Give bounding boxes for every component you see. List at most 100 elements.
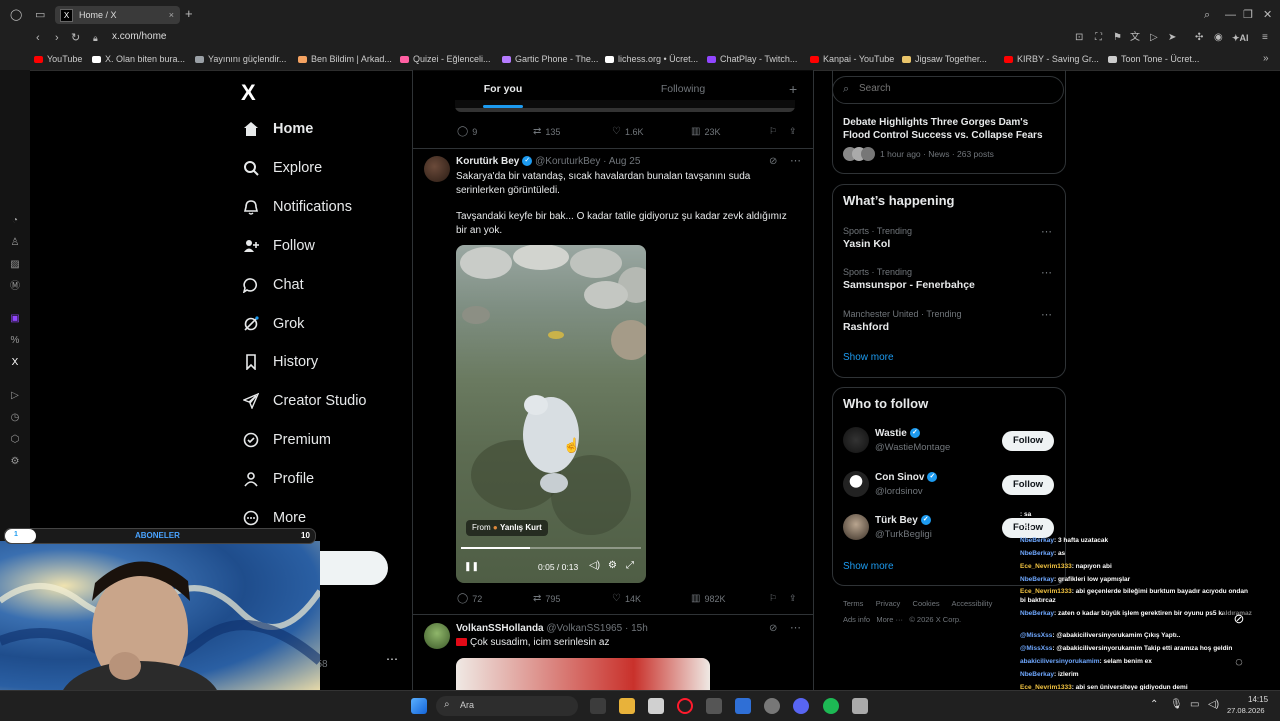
nav-item-creator-studio[interactable]: Creator Studio (242, 386, 367, 416)
reply-button[interactable]: ◯ 72 (457, 593, 482, 604)
bookmark-item[interactable]: Kanpai - YouTube (810, 52, 894, 66)
menu-icon[interactable]: ≡ (1262, 31, 1268, 45)
tab-manager-icon[interactable]: ▭ (35, 8, 45, 22)
trend-more-icon[interactable]: ⋯ (1041, 225, 1052, 238)
display-icon[interactable]: ▭ (1190, 699, 1199, 710)
account-handle[interactable]: @TurkBegligi (875, 529, 932, 540)
video-source-badge[interactable]: From ● Yanlış Kurt (466, 520, 548, 536)
author-handle[interactable]: @KoruturkBey (535, 156, 600, 167)
twitch-icon[interactable]: ▣ (9, 313, 21, 325)
prev-bookmark-icon[interactable]: ⚐ (769, 126, 777, 137)
author-name[interactable]: VolkanSSHollanda (456, 623, 544, 634)
account-name[interactable]: Türk Bey ✓ (875, 515, 931, 526)
bookmark-item[interactable]: Toon Tone - Ücret... (1108, 52, 1199, 66)
follow-button[interactable]: Follow (1002, 431, 1054, 451)
clock-date[interactable]: 27.08.2026 (1227, 706, 1265, 715)
spotify-icon[interactable] (823, 698, 839, 714)
vscode-icon[interactable] (735, 698, 751, 714)
close-window-icon[interactable]: ✕ (1263, 8, 1272, 22)
app-icon[interactable] (706, 698, 722, 714)
footer-ads-info[interactable]: Ads info (843, 615, 870, 624)
profile-icon[interactable]: ◉ (1214, 31, 1223, 45)
player-icon[interactable]: ▷ (9, 390, 21, 402)
footer-accessibility[interactable]: Accessibility (952, 599, 993, 608)
views-button[interactable]: ▥ 982K (691, 593, 725, 604)
bookmarks-overflow-icon[interactable]: » (1263, 52, 1269, 66)
messages-icon[interactable]: ◌ (1223, 650, 1255, 674)
author-avatar[interactable] (424, 623, 450, 649)
repost-button[interactable]: ⇄ 795 (533, 593, 560, 604)
bookmark-item[interactable]: lichess.org • Ücret... (605, 52, 698, 66)
bookmark-icon[interactable]: ⚑ (1113, 31, 1122, 45)
trend-name[interactable]: Samsunspor - Fenerbahçe (843, 279, 975, 291)
x-logo[interactable]: X (241, 80, 256, 106)
tray-chevron-icon[interactable]: ⌃ (1150, 699, 1158, 710)
messenger-icon[interactable]: Ⓜ (9, 281, 21, 293)
volume-tray-icon[interactable]: ◁) (1208, 699, 1219, 710)
grok-post-icon[interactable]: ⊘ (769, 623, 777, 634)
percent-icon[interactable]: % (9, 335, 21, 347)
extensions-icon[interactable]: ✣ (1195, 31, 1203, 45)
settings-icon[interactable]: ⚙ (9, 456, 21, 468)
send-icon[interactable]: ➤ (1168, 31, 1176, 45)
translate-icon[interactable]: 文 (1130, 31, 1140, 45)
mic-icon[interactable]: 🎙︎ (1170, 699, 1183, 710)
nav-item-history[interactable]: History (242, 347, 318, 377)
bookmark-item[interactable]: X. Olan biten bura... (92, 52, 185, 66)
video-progress-track[interactable] (461, 547, 641, 549)
nav-item-profile[interactable]: Profile (242, 464, 314, 494)
account-more-icon[interactable]: ⋯ (386, 652, 398, 666)
prev-like-button[interactable]: ♡ 1.6K (612, 126, 643, 137)
url-field[interactable]: x.com/home (112, 31, 166, 42)
bookmark-item[interactable]: YouTube (34, 52, 82, 66)
post-video[interactable]: From ● Yanlış Kurt ❚❚ 0:05 / 0:13 ◁) ⚙ ⤢ (456, 245, 646, 583)
opera-logo-icon[interactable]: ◯ (10, 8, 22, 22)
tab-following[interactable]: Following (593, 70, 773, 108)
bookmark-item[interactable]: Jigsaw Together... (902, 52, 987, 66)
back-icon[interactable]: ‹ (36, 31, 40, 45)
grok-post-icon[interactable]: ⊘ (769, 156, 777, 167)
trend-more-icon[interactable]: ⋯ (1041, 308, 1052, 321)
history-icon[interactable]: ◷ (9, 412, 21, 424)
prev-reply-button[interactable]: ◯ 9 (457, 126, 477, 137)
video-settings-icon[interactable]: ⚙ (608, 560, 617, 571)
post-media[interactable] (456, 658, 710, 690)
obs-icon[interactable] (852, 698, 868, 714)
post-more-icon[interactable]: ⋯ (790, 154, 801, 167)
follow-button[interactable]: Follow (1002, 474, 1054, 495)
post-more-icon[interactable]: ⋯ (790, 621, 801, 634)
bookmark-item[interactable]: Gartic Phone - The... (502, 52, 598, 66)
fullscreen-icon[interactable]: ⤢ (626, 560, 634, 571)
flow-icon[interactable]: ▨ (9, 259, 21, 271)
footer-more[interactable]: More ··· (876, 615, 903, 624)
nav-item-follow[interactable]: Follow (242, 231, 315, 261)
bookmark-item[interactable]: Yayınını güçlendir... (195, 52, 286, 66)
nav-item-home[interactable]: Home (242, 114, 313, 144)
account-name[interactable]: Con Sinov ✓ (875, 472, 938, 483)
tab-for-you[interactable]: For you (413, 70, 593, 108)
store-icon[interactable] (648, 698, 664, 714)
maximize-icon[interactable]: ❐ (1243, 8, 1253, 22)
post-date[interactable]: Aug 25 (609, 156, 641, 167)
discord-icon[interactable] (793, 698, 809, 714)
opera-gx-icon[interactable] (677, 698, 693, 714)
account-avatar[interactable] (843, 470, 869, 497)
news-title[interactable]: Debate Highlights Three Gorges Dam's Flo… (843, 116, 1053, 142)
close-tab-icon[interactable]: × (169, 6, 174, 24)
steam-icon[interactable] (764, 698, 780, 714)
new-tab-button[interactable]: + (185, 7, 193, 21)
footer-privacy[interactable]: Privacy (876, 599, 901, 608)
account-name[interactable]: Wastie ✓ (875, 428, 920, 439)
share-icon[interactable]: ⇪ (789, 593, 797, 604)
extensions-sidebar-icon[interactable]: ⬡ (9, 434, 21, 446)
footer-cookies[interactable]: Cookies (913, 599, 940, 608)
nav-item-premium[interactable]: Premium (242, 425, 331, 455)
account-avatar[interactable] (843, 427, 869, 453)
bookmark-icon[interactable]: ⚐ (769, 593, 777, 604)
prev-share-icon[interactable]: ⇪ (789, 126, 797, 137)
reload-icon[interactable]: ↻ (71, 31, 80, 45)
task-view-icon[interactable] (590, 698, 606, 714)
bookmark-item[interactable]: Quizei - Eğlenceli... (400, 52, 491, 66)
x-sidebar-icon[interactable]: X (9, 357, 21, 369)
ai-icon[interactable]: ✦AI (1232, 31, 1249, 45)
